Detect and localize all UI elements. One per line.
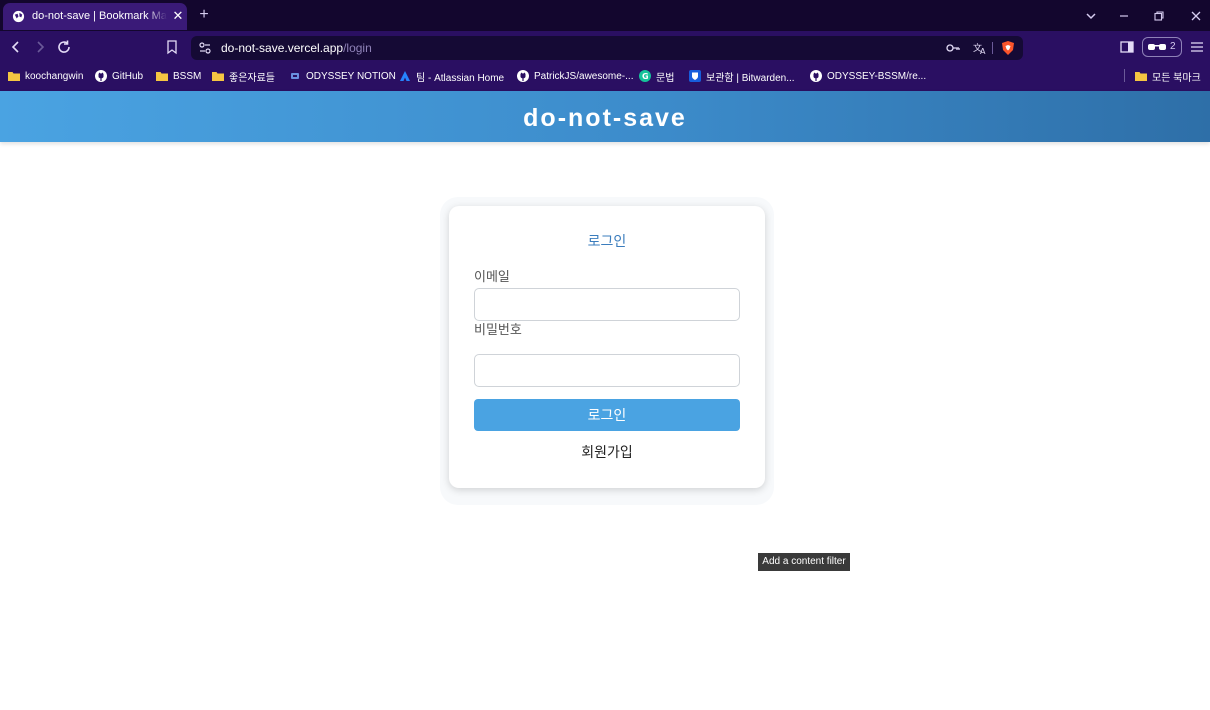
site-settings-icon[interactable]: [197, 40, 213, 56]
grammarly-icon: G: [639, 70, 651, 82]
bookmarks-divider: [1124, 69, 1125, 82]
login-card: 로그인 이메일 비밀번호 로그인 회원가입: [449, 206, 765, 488]
url-path: /login: [343, 41, 372, 55]
glasses-icon: [1148, 44, 1166, 50]
sidebar-toggle-icon[interactable]: [1119, 39, 1135, 55]
notion-icon: [291, 73, 299, 79]
github-icon: [95, 70, 107, 82]
omnibox-divider: [992, 42, 993, 54]
bookmark-grammar[interactable]: G 문법: [639, 68, 674, 84]
browser-chrome: do-not-save | Bookmark Manager ✕ +: [0, 0, 1210, 91]
email-label: 이메일: [474, 269, 510, 284]
shields-count: 2: [1170, 41, 1176, 52]
bookmark-label: 모든 북마크: [1152, 72, 1201, 84]
login-button[interactable]: 로그인: [474, 399, 740, 431]
bitwarden-icon: [689, 70, 701, 82]
tab-close-icon[interactable]: ✕: [171, 9, 185, 23]
folder-icon: [212, 72, 224, 81]
bookmark-label: PatrickJS/awesome-...: [534, 70, 634, 82]
bookmark-label: 보관함 | Bitwarden...: [706, 72, 795, 84]
login-title: 로그인: [587, 233, 627, 249]
password-label: 비밀번호: [474, 322, 522, 337]
restore-icon[interactable]: [1151, 8, 1167, 24]
bookmark-github[interactable]: GitHub: [95, 68, 143, 84]
tab-active[interactable]: do-not-save | Bookmark Manager ✕: [3, 3, 187, 30]
menu-icon[interactable]: [1189, 39, 1205, 55]
bookmark-atlassian[interactable]: 팀 - Atlassian Home: [399, 68, 504, 84]
minimize-icon[interactable]: [1116, 8, 1132, 24]
github-icon: [517, 70, 529, 82]
bookmark-odyssey-bssm[interactable]: ODYSSEY-BSSM/re...: [810, 68, 926, 84]
folder-icon: [1135, 72, 1147, 81]
bookmark-koochangwin[interactable]: koochangwin: [8, 68, 83, 84]
folder-icon: [156, 72, 168, 81]
vpn-badge[interactable]: 2: [1142, 37, 1182, 57]
folder-icon: [8, 72, 20, 81]
brave-shields-icon[interactable]: [1000, 40, 1016, 56]
bookmark-label: ODYSSEY NOTION: [306, 70, 396, 82]
new-tab-button[interactable]: +: [196, 7, 212, 23]
tooltip: Add a content filter: [758, 553, 850, 571]
translate-icon[interactable]: 文 A: [972, 40, 988, 56]
key-icon[interactable]: [945, 40, 961, 56]
bookmark-label: 문법: [656, 72, 675, 84]
tab-title: do-not-save | Bookmark Manager: [32, 10, 167, 22]
bookmark-bssm[interactable]: BSSM: [156, 68, 201, 84]
email-field[interactable]: [474, 288, 740, 321]
bookmark-label: BSSM: [173, 70, 202, 82]
reload-icon[interactable]: [55, 38, 73, 56]
url-text[interactable]: do-not-save.vercel.app/login: [221, 41, 372, 55]
url-host: do-not-save.vercel.app: [221, 41, 344, 55]
bookmark-label: GitHub: [112, 70, 144, 82]
site-title: do-not-save: [523, 104, 687, 132]
back-icon[interactable]: [7, 38, 25, 56]
address-bar[interactable]: do-not-save.vercel.app/login 文 A: [191, 36, 1023, 60]
globe-icon: [12, 10, 25, 23]
site-header: do-not-save: [0, 91, 1210, 142]
bookmark-label: koochangwin: [25, 70, 84, 82]
tab-strip: do-not-save | Bookmark Manager ✕ +: [0, 0, 1210, 31]
svg-text:A: A: [980, 47, 986, 56]
bookmark-label: 좋은자료들: [229, 72, 275, 84]
svg-text:G: G: [642, 72, 649, 81]
all-bookmarks[interactable]: 모든 북마크: [1135, 68, 1201, 84]
atlassian-icon: [400, 71, 410, 81]
forward-icon[interactable]: [31, 38, 49, 56]
close-window-icon[interactable]: [1188, 8, 1204, 24]
bookmarks-bar: koochangwin GitHub BSSM 좋은자료들 ODYSSEY NO…: [0, 65, 1210, 87]
signup-link[interactable]: 회원가입: [449, 444, 765, 460]
bookmark-good-resources[interactable]: 좋은자료들: [212, 68, 275, 84]
bookmark-label: 팀 - Atlassian Home: [416, 72, 505, 84]
password-field[interactable]: [474, 354, 740, 387]
bookmark-awesome[interactable]: PatrickJS/awesome-...: [517, 68, 633, 84]
bookmark-label: ODYSSEY-BSSM/re...: [827, 70, 927, 82]
bookmark-this-page-icon[interactable]: [163, 38, 181, 56]
bookmark-bitwarden[interactable]: 보관함 | Bitwarden...: [689, 68, 795, 84]
github-icon: [810, 70, 822, 82]
tab-search-chevron-icon[interactable]: [1083, 8, 1099, 24]
bookmark-odyssey-notion[interactable]: ODYSSEY NOTION: [289, 68, 396, 84]
